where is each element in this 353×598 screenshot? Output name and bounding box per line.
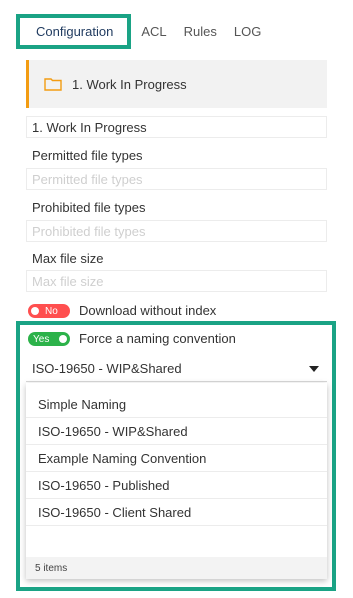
toggle-state-text: Yes (33, 333, 50, 345)
tab-bar: Configuration ACL Rules LOG (16, 13, 278, 49)
dropdown-option[interactable]: ISO-19650 - WIP&Shared (26, 418, 327, 445)
dropdown-option[interactable]: ISO-19650 - Published (26, 472, 327, 499)
permitted-file-types-input[interactable]: Permitted file types (26, 168, 327, 190)
caret-down-icon (309, 366, 319, 372)
dropdown-option[interactable]: Simple Naming (26, 391, 327, 418)
toggle-state-text: No (45, 305, 58, 317)
dropdown-option[interactable]: ISO-19650 - Client Shared (26, 499, 327, 526)
toggle-knob (31, 307, 39, 315)
dropdown-item-count: 5 items (26, 557, 327, 579)
download-without-index-label: Download without index (79, 303, 217, 318)
tab-rules[interactable]: Rules (184, 24, 217, 39)
prohibited-file-types-label: Prohibited file types (32, 200, 146, 215)
naming-convention-dropdown: Simple Naming ISO-19650 - WIP&Shared Exa… (26, 383, 327, 579)
tab-acl[interactable]: ACL (141, 24, 166, 39)
dropdown-option[interactable]: Example Naming Convention (26, 445, 327, 472)
selected-value: ISO-19650 - WIP&Shared (32, 361, 182, 376)
folder-name-field[interactable]: 1. Work In Progress (26, 116, 327, 138)
naming-convention-select[interactable]: ISO-19650 - WIP&Shared (26, 356, 327, 382)
folder-icon (44, 78, 62, 91)
max-file-size-input[interactable]: Max file size (26, 270, 327, 292)
tab-log[interactable]: LOG (234, 24, 261, 39)
folder-header: 1. Work In Progress (26, 60, 327, 108)
toggle-knob (59, 335, 67, 343)
folder-title: 1. Work In Progress (72, 76, 187, 92)
permitted-file-types-label: Permitted file types (32, 148, 143, 163)
prohibited-file-types-input[interactable]: Prohibited file types (26, 220, 327, 242)
tab-configuration[interactable]: Configuration (16, 13, 132, 49)
force-naming-convention-toggle[interactable]: Yes (28, 332, 70, 346)
max-file-size-label: Max file size (32, 251, 104, 266)
force-naming-convention-label: Force a naming convention (79, 331, 236, 346)
download-without-index-toggle[interactable]: No (28, 304, 70, 318)
